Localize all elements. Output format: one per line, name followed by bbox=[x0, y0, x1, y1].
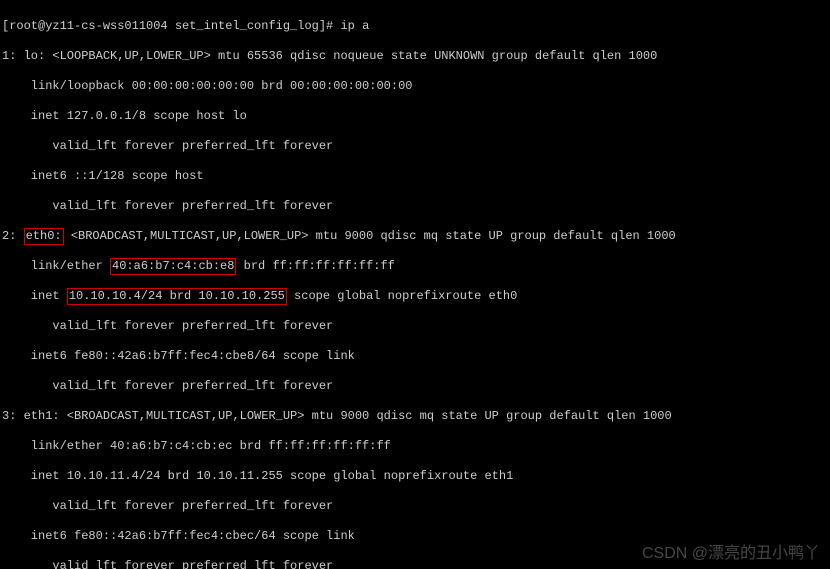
prompt: [root@yz11-cs-wss011004 set_intel_config… bbox=[2, 19, 333, 33]
lo-inet6: inet6 ::1/128 scope host bbox=[2, 169, 828, 184]
eth0-mac-highlight: 40:a6:b7:c4:cb:e8 bbox=[110, 258, 236, 275]
eth0-hdr-post: <BROADCAST,MULTICAST,UP,LOWER_UP> mtu 90… bbox=[64, 229, 676, 243]
command-ip-a: ip a bbox=[340, 19, 369, 33]
eth0-link-post: brd ff:ff:ff:ff:ff:ff bbox=[236, 259, 394, 273]
lo-inet: inet 127.0.0.1/8 scope host lo bbox=[2, 109, 828, 124]
lo-header: 1: lo: <LOOPBACK,UP,LOWER_UP> mtu 65536 … bbox=[2, 49, 828, 64]
eth0-hdr-pre: 2: bbox=[2, 229, 24, 243]
eth1-header: 3: eth1: <BROADCAST,MULTICAST,UP,LOWER_U… bbox=[2, 409, 828, 424]
eth0-ip-highlight: 10.10.10.4/24 brd 10.10.10.255 bbox=[67, 288, 287, 305]
lo-valid2: valid_lft forever preferred_lft forever bbox=[2, 199, 828, 214]
eth1-inet6: inet6 fe80::42a6:b7ff:fec4:cbec/64 scope… bbox=[2, 529, 828, 544]
eth0-link: link/ether 40:a6:b7:c4:cb:e8 brd ff:ff:f… bbox=[2, 259, 828, 274]
eth0-inet6: inet6 fe80::42a6:b7ff:fec4:cbe8/64 scope… bbox=[2, 349, 828, 364]
lo-link: link/loopback 00:00:00:00:00:00 brd 00:0… bbox=[2, 79, 828, 94]
eth0-valid2: valid_lft forever preferred_lft forever bbox=[2, 379, 828, 394]
eth1-inet: inet 10.10.11.4/24 brd 10.10.11.255 scop… bbox=[2, 469, 828, 484]
prompt-line: [root@yz11-cs-wss011004 set_intel_config… bbox=[2, 19, 828, 34]
eth0-inet-pre: inet bbox=[2, 289, 67, 303]
eth1-valid2: valid_lft forever preferred_lft forever bbox=[2, 559, 828, 569]
eth1-link: link/ether 40:a6:b7:c4:cb:ec brd ff:ff:f… bbox=[2, 439, 828, 454]
lo-valid1: valid_lft forever preferred_lft forever bbox=[2, 139, 828, 154]
eth0-link-pre: link/ether bbox=[2, 259, 110, 273]
eth0-valid1: valid_lft forever preferred_lft forever bbox=[2, 319, 828, 334]
eth1-valid1: valid_lft forever preferred_lft forever bbox=[2, 499, 828, 514]
eth0-inet-post: scope global noprefixroute eth0 bbox=[287, 289, 517, 303]
terminal-output[interactable]: [root@yz11-cs-wss011004 set_intel_config… bbox=[0, 0, 830, 569]
eth0-header: 2: eth0: <BROADCAST,MULTICAST,UP,LOWER_U… bbox=[2, 229, 828, 244]
eth0-inet: inet 10.10.10.4/24 brd 10.10.10.255 scop… bbox=[2, 289, 828, 304]
eth0-name-highlight: eth0: bbox=[24, 228, 64, 245]
